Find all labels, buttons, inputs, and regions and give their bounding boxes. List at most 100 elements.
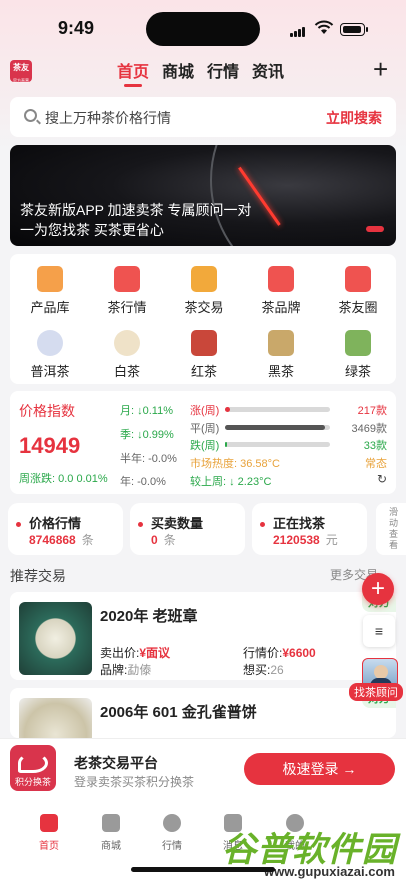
promo-title: 老茶交易平台 [74, 755, 158, 771]
cellular-signal-icon [290, 24, 306, 42]
tea-advisor-button[interactable]: 找茶顾问 [349, 658, 406, 701]
pulse-icon [114, 266, 140, 292]
market-price: 行情价:¥6600 [243, 646, 316, 660]
category-label: 茶品牌 [261, 300, 301, 315]
box-icon [37, 266, 63, 292]
weekly-change: 周涨跌: 0.0 0.01% [19, 473, 108, 485]
category-label: 黑茶 [267, 364, 294, 379]
battery-icon [340, 23, 368, 36]
search-input[interactable]: 搜上万种茶价格行情 [45, 108, 171, 128]
add-icon[interactable]: + [373, 55, 388, 83]
trade-card[interactable]: 2006年 601 金孔雀普饼 对方 [10, 688, 396, 738]
trade-card[interactable]: 2020年 老班章 对方 卖出价:¥面议 品牌:勐傣 行情价:¥6600 想买:… [10, 592, 396, 680]
flat-count: 3469款 [351, 423, 387, 435]
promo-banner[interactable]: 茶友新版APP 加速卖茶 专属顾问一对 一为您找茶 买茶更省心 [10, 145, 396, 246]
up-bar [225, 407, 330, 412]
price-index-title: 价格指数 [19, 403, 75, 419]
flame-icon [345, 266, 371, 292]
down-bar [225, 442, 330, 447]
tab-bar-market[interactable]: 行情 [147, 814, 197, 852]
dark-tea-box-icon [268, 330, 294, 356]
app-logo[interactable]: 茶友 官方直营 [10, 60, 32, 83]
tea-cake-image [19, 602, 92, 675]
category-black-tea-box[interactable]: 红茶 [169, 330, 239, 380]
swipe-hint[interactable]: 滑动查看 [376, 503, 406, 555]
tab-news[interactable]: 资讯 [252, 58, 284, 82]
search-bar[interactable]: 搜上万种茶价格行情 立即搜索 [10, 97, 396, 137]
bag-icon [102, 814, 120, 832]
home-indicator [131, 867, 275, 872]
tab-bar-mall[interactable]: 商城 [86, 814, 136, 852]
category-coins[interactable]: 茶交易 [169, 266, 239, 316]
heat-last-week: 较上周: ↓ 2.23°C [190, 476, 272, 488]
monthly-change: 月: ↓0.11% [120, 405, 173, 417]
status-time: 9:49 [58, 18, 95, 38]
coins-icon [191, 266, 217, 292]
banner-text: 茶友新版APP 加速卖茶 专属顾问一对 一为您找茶 买茶更省心 [20, 202, 252, 238]
market-heat: 市场热度: 36.58°C [190, 458, 280, 470]
category-dark-tea-box[interactable]: 黑茶 [246, 330, 316, 380]
trade-name: 2020年 老班章 [100, 608, 198, 625]
tab-bar-home[interactable]: 首页 [24, 814, 74, 852]
category-flame[interactable]: 茶友圈 [323, 266, 393, 316]
up-label: 涨(周) [190, 405, 220, 417]
top-nav: 茶友 官方直营 首页 商城 行情 资讯 + [0, 54, 406, 90]
advisor-label: 找茶顾问 [349, 683, 403, 701]
want-buy: 想买:26 [243, 663, 284, 677]
nav-tabs: 首页 商城 行情 资讯 [117, 58, 284, 87]
home-icon [40, 814, 58, 832]
category-gift-box[interactable]: 茶品牌 [246, 266, 316, 316]
category-puer-cake[interactable]: 普洱茶 [15, 330, 85, 380]
tab-home[interactable]: 首页 [117, 58, 149, 87]
category-grid: 产品库 茶行情 茶交易 茶品牌 茶友圈普洱茶 白茶 红茶 黑茶 绿茶 [10, 254, 396, 384]
promo-subtitle: 登录卖茶买茶积分换茶 [74, 775, 195, 789]
tab-mall[interactable]: 商城 [162, 58, 194, 82]
watermark: 谷普软件园 www.gupuxiazai.com [222, 831, 397, 879]
tab-market[interactable]: 行情 [207, 58, 239, 82]
down-label: 跌(周) [190, 440, 220, 452]
category-label: 普洱茶 [30, 364, 70, 379]
down-count: 33款 [363, 440, 387, 452]
category-label: 红茶 [190, 364, 217, 379]
status-bar: 9:49 [0, 0, 406, 54]
white-tea-icon [114, 330, 140, 356]
chart-icon [163, 814, 181, 832]
price-index-value: 14949 [19, 433, 81, 458]
green-tea-icon [345, 330, 371, 356]
banner-indicator [366, 226, 384, 232]
category-green-tea[interactable]: 绿茶 [323, 330, 393, 380]
refresh-icon[interactable]: ↻ [377, 472, 387, 486]
sell-price: 卖出价:¥面议 [100, 646, 171, 660]
chip-seeking-tea[interactable]: 正在找茶 2120538 元 [252, 503, 367, 555]
points-logo: 积分换茶 [10, 745, 56, 791]
search-icon [24, 109, 37, 122]
flat-bar [225, 425, 330, 430]
trade-name: 2006年 601 金孔雀普饼 [100, 704, 257, 721]
publish-button[interactable]: + [362, 573, 394, 605]
category-label: 茶行情 [107, 300, 147, 315]
search-button[interactable]: 立即搜索 [326, 108, 382, 128]
category-label: 绿茶 [344, 364, 371, 379]
brand: 品牌:勐傣 [100, 663, 152, 677]
login-promo-bar: 积分换茶 老茶交易平台 登录卖茶买茶积分换茶 极速登录 → [0, 738, 406, 802]
category-pulse[interactable]: 茶行情 [92, 266, 162, 316]
quick-login-button[interactable]: 极速登录 → [244, 753, 395, 785]
black-tea-box-icon [191, 330, 217, 356]
dynamic-island [146, 12, 260, 46]
quarterly-change: 季: ↓0.99% [120, 429, 174, 441]
chip-price-quotes[interactable]: 价格行情 8746868 条 [8, 503, 123, 555]
category-box[interactable]: 产品库 [15, 266, 85, 316]
up-count: 217款 [357, 405, 387, 417]
puer-cake-icon [37, 330, 63, 356]
category-label: 茶交易 [184, 300, 224, 315]
category-white-tea[interactable]: 白茶 [92, 330, 162, 380]
half-year-change: 半年: -0.0% [120, 453, 177, 465]
wifi-icon [314, 20, 334, 34]
gift-box-icon [268, 266, 294, 292]
chip-trade-count[interactable]: 买卖数量 0条 [130, 503, 245, 555]
flat-label: 平(周) [190, 423, 220, 435]
price-index-card[interactable]: 价格指数 14949 周涨跌: 0.0 0.01% 月: ↓0.11% 季: ↓… [10, 391, 396, 494]
list-view-button[interactable]: ≡ [363, 615, 395, 647]
yearly-change: 年: -0.0% [120, 476, 166, 488]
tea-cake-image [19, 698, 92, 738]
